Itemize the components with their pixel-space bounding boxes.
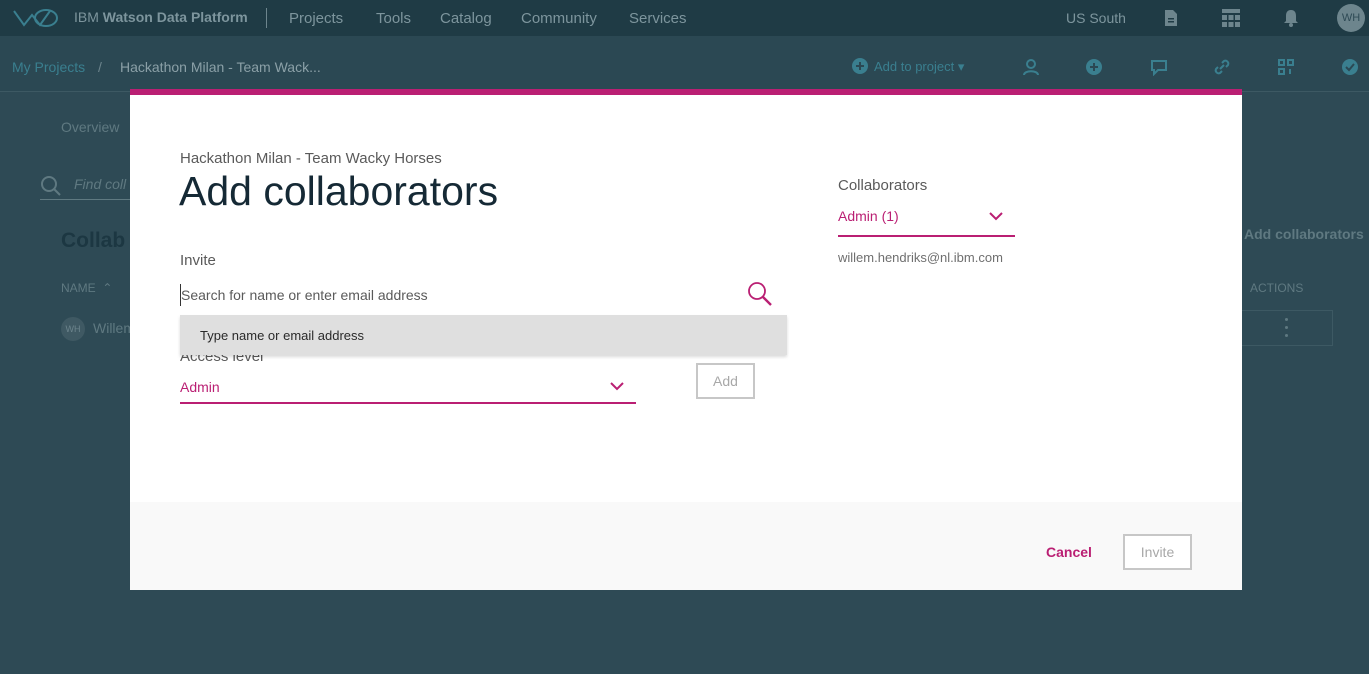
suggestion-dropdown: Type name or email address: [180, 315, 787, 355]
add-icon[interactable]: [1085, 58, 1103, 76]
add-button[interactable]: Add: [696, 363, 755, 399]
project-name: Hackathon Milan - Team Wacky Horses: [180, 150, 442, 167]
access-level-select[interactable]: Admin: [180, 370, 636, 404]
find-collaborators-placeholder: Find coll: [74, 176, 127, 192]
nav-services[interactable]: Services: [629, 10, 687, 27]
add-to-project-menu[interactable]: Add to project ▾: [874, 59, 964, 75]
document-icon[interactable]: [1161, 8, 1181, 28]
collaborators-filter-select[interactable]: Admin (1): [838, 200, 1015, 237]
link-icon[interactable]: [1213, 58, 1231, 76]
column-header-name[interactable]: NAME ⌃: [61, 281, 112, 295]
avatar: WH: [61, 317, 85, 341]
brand-title[interactable]: IBM Watson Data Platform: [74, 9, 248, 25]
nav-catalog[interactable]: Catalog: [440, 10, 492, 27]
search-icon[interactable]: [747, 281, 773, 307]
chevron-down-icon: [610, 382, 624, 391]
checkmark-icon[interactable]: [1341, 58, 1359, 76]
add-circle-icon: [852, 58, 868, 74]
invite-search-input[interactable]: [180, 284, 740, 306]
chevron-down-icon: [989, 212, 1003, 221]
collaborators-label: Collaborators: [838, 177, 928, 194]
hierarchy-icon[interactable]: [1277, 58, 1295, 76]
search-icon: [41, 176, 61, 196]
add-collaborators-link[interactable]: Add collaborators: [1244, 226, 1364, 242]
nav-projects[interactable]: Projects: [289, 10, 343, 27]
chat-icon[interactable]: [1150, 58, 1168, 76]
cancel-button[interactable]: Cancel: [1046, 534, 1092, 570]
nav-tools[interactable]: Tools: [376, 10, 411, 27]
add-collaborators-dialog: Hackathon Milan - Team Wacky Horses Add …: [130, 89, 1242, 590]
row-actions-menu[interactable]: [1237, 310, 1333, 346]
access-level-value: Admin: [180, 379, 220, 395]
watson-logo-icon[interactable]: [12, 7, 60, 29]
region-selector[interactable]: US South: [1066, 10, 1126, 26]
invite-search-field[interactable]: [180, 276, 787, 316]
tab-overview[interactable]: Overview: [61, 119, 119, 135]
bell-icon[interactable]: [1281, 8, 1301, 28]
nav-community[interactable]: Community: [521, 10, 597, 27]
collaborators-filter-value: Admin (1): [838, 208, 899, 224]
invite-label: Invite: [180, 252, 216, 269]
collaborator-email: willem.hendriks@nl.ibm.com: [838, 250, 1003, 265]
section-title: Collab: [61, 229, 126, 252]
dialog-title: Add collaborators: [179, 168, 499, 214]
collaborator-row-name: Willem: [93, 320, 135, 336]
person-icon[interactable]: [1022, 58, 1040, 76]
breadcrumb-current-project: Hackathon Milan - Team Wack...: [120, 59, 321, 75]
breadcrumb-my-projects[interactable]: My Projects: [12, 59, 85, 75]
grid-icon[interactable]: [1221, 8, 1241, 28]
user-avatar[interactable]: WH: [1337, 4, 1365, 32]
invite-button[interactable]: Invite: [1123, 534, 1192, 570]
topbar-divider: [266, 8, 267, 28]
suggestion-hint: Type name or email address: [200, 328, 365, 343]
breadcrumb-separator: /: [98, 59, 102, 75]
column-header-actions: ACTIONS: [1250, 281, 1304, 295]
